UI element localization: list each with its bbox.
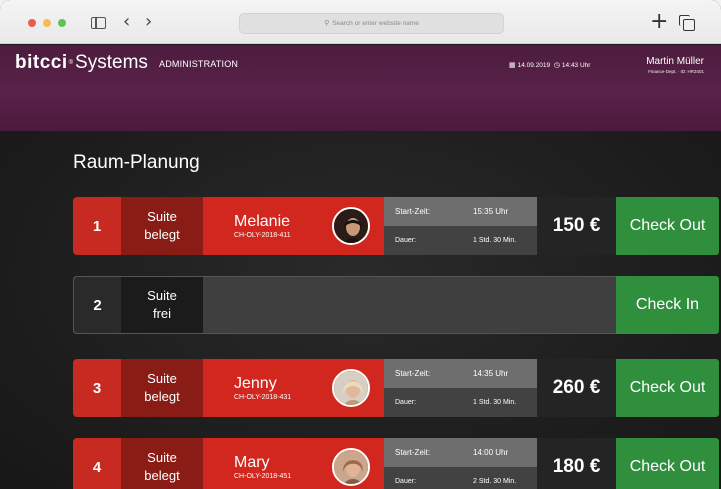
clock-icon: ◷ [553,61,560,69]
room-type: Suite [147,288,177,303]
search-icon: ⚲ [324,19,330,27]
time-info: Start-Zeit: 15:35 Uhr Dauer: 1 Std. 30 Min… [384,197,537,255]
user-name: Martin Müller [646,56,704,67]
browser-window: ‹ › ⚲ Search or enter website name + bitc… [0,0,721,489]
chevron-right-icon[interactable]: › [145,12,152,32]
guest-info[interactable]: Mary CH-OLY-2018-451 [203,438,384,489]
room-row: 2 Suite frei Check In [73,276,719,334]
brand-logo[interactable]: bitcci® Systems [15,53,148,73]
plus-icon[interactable]: + [650,11,668,33]
check-out-button[interactable]: Check Out [616,359,719,417]
duration-label: Dauer: [395,478,417,485]
room-number: 4 [73,438,121,489]
duration-value: 1 Std. 30 Min. [473,237,517,244]
current-date: 14.09.2019 [517,62,551,69]
start-label: Start-Zeit: [395,369,431,378]
check-in-button[interactable]: Check In [616,276,719,334]
start-label: Start-Zeit: [395,448,431,457]
duration-label: Dauer: [395,399,417,406]
guest-name: Mary [234,454,270,471]
duration-value: 2 Std. 30 Min. [473,478,517,485]
calendar-icon: ▦ [509,61,516,69]
empty-slot [203,276,616,334]
browser-toolbar: ‹ › ⚲ Search or enter website name + [0,0,721,44]
start-label: Start-Zeit: [395,207,431,216]
sidebar-icon[interactable] [91,17,106,29]
room-type: Suite [147,450,177,465]
guest-id: CH-OLY-2018-431 [234,394,292,401]
minimize-window-button[interactable] [43,19,51,27]
guest-avatar [332,207,370,245]
user-meta: Finance-Dept. · ID: HR3401 [648,69,704,74]
room-status: Suite belegt [121,438,203,489]
guest-avatar [332,448,370,486]
room-state: belegt [144,468,180,483]
room-status: Suite belegt [121,197,203,255]
date-time-display: ▦ 14.09.2019 ◷ 14:43 Uhr [509,61,590,69]
room-type: Suite [147,371,177,386]
room-price: 260 € [537,359,616,417]
room-row: 4 Suite belegt Mary CH-OLY-2018-451 Star… [73,438,719,489]
tabs-icon[interactable] [679,15,695,31]
guest-id: CH-OLY-2018-411 [234,232,291,239]
room-state: belegt [144,227,180,242]
room-status: Suite frei [121,276,203,334]
room-row: 1 Suite belegt Melanie CH-OLY-2018-411 S… [73,197,719,255]
section-label: ADMINISTRATION [159,59,239,69]
guest-info[interactable]: Melanie CH-OLY-2018-411 [203,197,384,255]
brand-name-bold: bitcci [15,52,68,73]
chevron-left-icon[interactable]: ‹ [123,12,130,32]
check-out-button[interactable]: Check Out [616,438,719,489]
guest-id: CH-OLY-2018-451 [234,473,292,480]
guest-name: Jenny [234,375,277,392]
start-time: 14:35 Uhr [473,369,509,378]
room-number: 1 [73,197,121,255]
time-info: Start-Zeit: 14:35 Uhr Dauer: 1 Std. 30 Min… [384,359,537,417]
room-state: frei [152,306,172,321]
zoom-window-button[interactable] [58,19,66,27]
user-profile[interactable]: Martin Müller Finance-Dept. · ID: HR3401 [646,56,704,74]
page-title: Raum-Planung [73,152,200,173]
guest-avatar [332,369,370,407]
address-bar[interactable]: ⚲ Search or enter website name [239,13,504,34]
room-state: belegt [144,389,180,404]
room-row: 3 Suite belegt Jenny CH-OLY-2018-431 Sta… [73,359,719,417]
start-time: 15:35 Uhr [473,207,509,216]
current-time: 14:43 Uhr [561,62,591,69]
brand-name-light: Systems [75,52,148,73]
guest-info[interactable]: Jenny CH-OLY-2018-431 [203,359,384,417]
registered-mark: ® [68,60,74,66]
close-window-button[interactable] [28,19,36,27]
room-price: 180 € [537,438,616,489]
start-time: 14:00 Uhr [473,448,509,457]
check-out-button[interactable]: Check Out [616,197,719,255]
duration-value: 1 Std. 30 Min. [473,399,517,406]
room-status: Suite belegt [121,359,203,417]
guest-name: Melanie [234,213,291,230]
time-info: Start-Zeit: 14:00 Uhr Dauer: 2 Std. 30 Min… [384,438,537,489]
room-price: 150 € [537,197,616,255]
room-number: 2 [73,276,121,334]
duration-label: Dauer: [395,237,417,244]
room-type: Suite [147,209,177,224]
address-placeholder: Search or enter website name [332,20,419,27]
room-number: 3 [73,359,121,417]
